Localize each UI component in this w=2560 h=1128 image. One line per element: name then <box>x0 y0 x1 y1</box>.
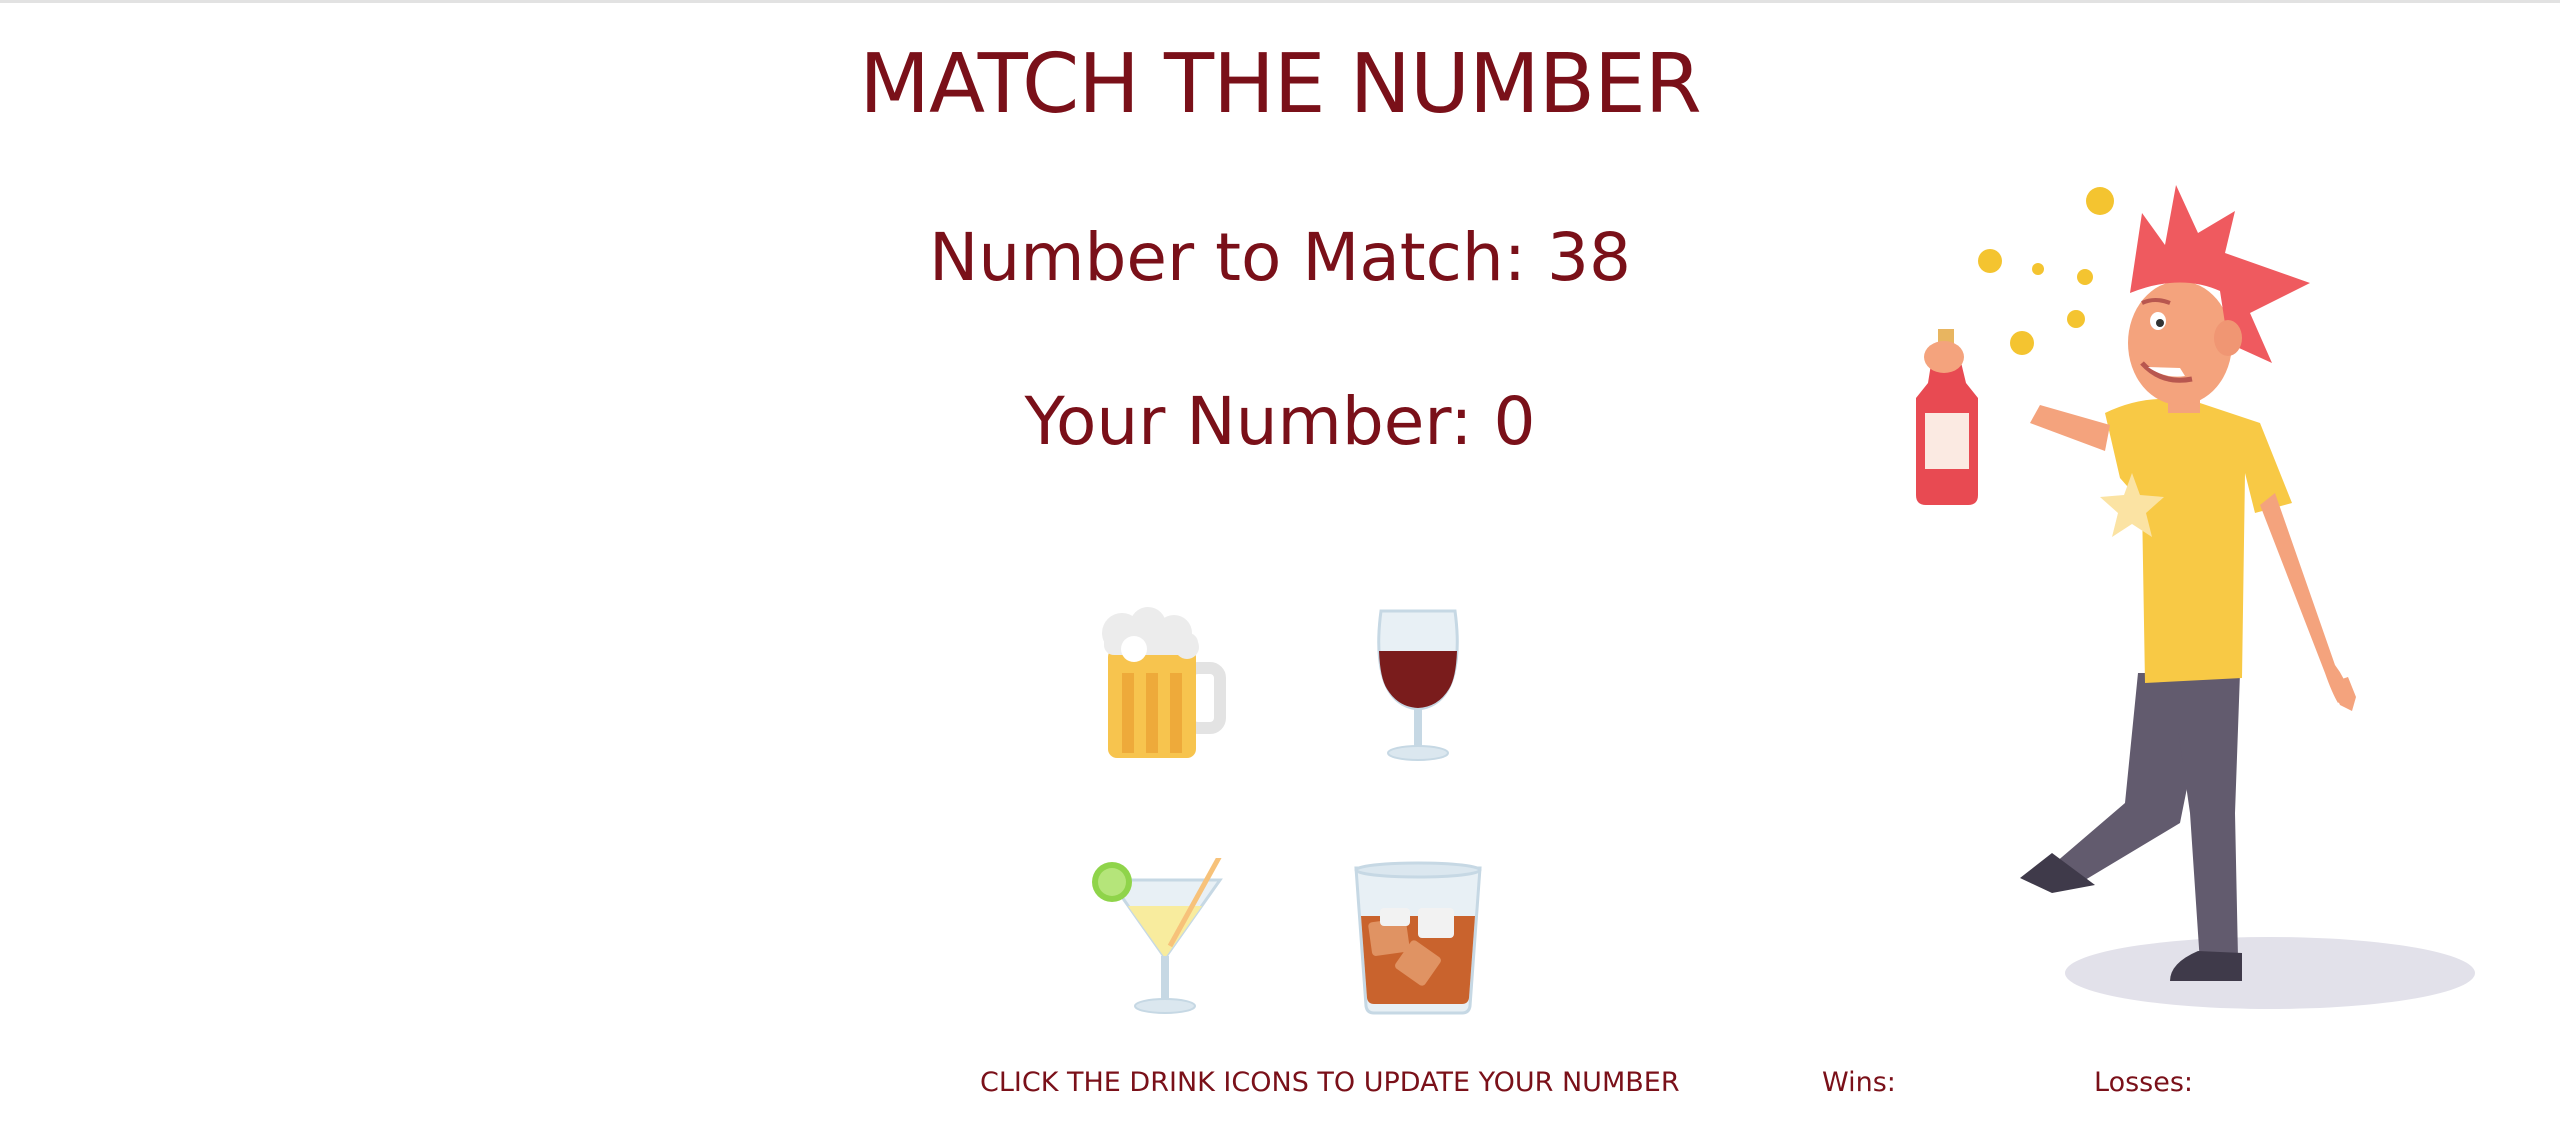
whiskey-button[interactable] <box>1348 858 1488 1018</box>
cocktail-icon <box>1092 858 1223 1014</box>
game-screen: MATCH THE NUMBER Number to Match: 38 You… <box>0 0 2560 1128</box>
game-title: MATCH THE NUMBER <box>859 37 1702 132</box>
instructions-text: CLICK THE DRINK ICONS TO UPDATE YOUR NUM… <box>980 1067 1680 1098</box>
wins-label: Wins: <box>1822 1067 1896 1098</box>
wine-button[interactable] <box>1348 603 1488 763</box>
wine-glass-icon <box>1377 609 1459 761</box>
drunk-man-illustration <box>1880 173 2480 1013</box>
beer-mug-icon <box>1102 607 1226 758</box>
whiskey-glass-icon <box>1354 861 1482 1015</box>
losses-label: Losses: <box>2094 1067 2193 1098</box>
cocktail-button[interactable] <box>1090 858 1230 1018</box>
beer-button[interactable] <box>1090 603 1230 763</box>
